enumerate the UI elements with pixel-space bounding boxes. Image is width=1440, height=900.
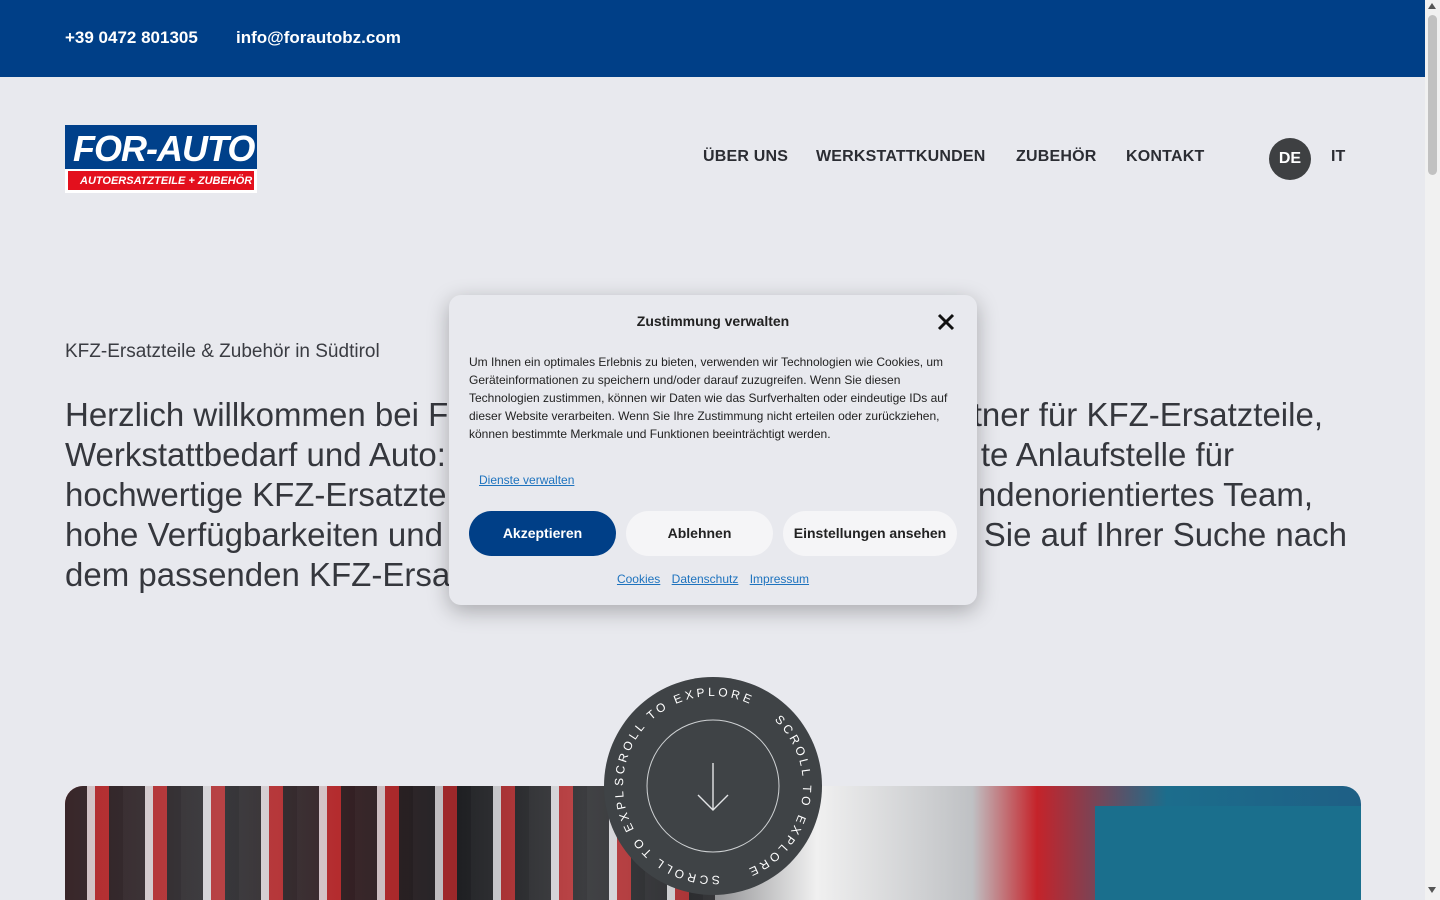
nav-item-ueber-uns[interactable]: ÜBER UNS: [703, 148, 788, 166]
accept-button[interactable]: Akzeptieren: [469, 511, 616, 556]
language-it-button[interactable]: IT: [1331, 148, 1345, 166]
email-link[interactable]: info@forautobz.com: [236, 28, 401, 48]
logo-tagline-block: AUTOERSATZTEILE + ZUBEHÖR: [65, 169, 257, 193]
hero-line-5-left: dem passenden KFZ-Ersa: [65, 556, 451, 593]
cookies-link[interactable]: Cookies: [617, 572, 660, 586]
scroll-badge-graphic: SCROLL TO EXPLORE SCROLL TO EXPLORE SCRO…: [604, 677, 814, 887]
imprint-link[interactable]: Impressum: [750, 572, 809, 586]
hero-eyebrow: KFZ-Ersatzteile & Zubehör in Südtirol: [65, 341, 380, 362]
logo-tagline-text: AUTOERSATZTEILE + ZUBEHÖR: [80, 175, 253, 187]
hero-line-4-left: hohe Verfügbarkeiten und: [65, 516, 443, 553]
language-de-button[interactable]: DE: [1269, 138, 1311, 180]
logo-brand-block: FOR-AUTO: [65, 125, 257, 169]
scroll-down-icon[interactable]: [1428, 887, 1436, 893]
nav-item-zubehoer[interactable]: ZUBEHÖR: [1016, 148, 1097, 166]
hero-line-2-right: te Anlaufstelle für: [980, 436, 1234, 473]
consent-footer-links: Cookies Datenschutz Impressum: [449, 572, 977, 586]
hero-line-4-right: Sie auf Ihrer Suche nach: [983, 516, 1347, 553]
phone-link[interactable]: +39 0472 801305: [65, 28, 198, 48]
hero-line-3-right: ndenorientiertes Team,: [977, 476, 1313, 513]
hero-line-2-left: Werkstattbedarf und Auto:: [65, 436, 446, 473]
arrow-down-icon: [697, 763, 729, 811]
scroll-to-explore-badge[interactable]: SCROLL TO EXPLORE SCROLL TO EXPLORE SCRO…: [604, 677, 822, 895]
scroll-badge-text-2: SCROLL TO EXPLORE: [744, 712, 814, 880]
photo-store-sign: [1095, 806, 1361, 900]
page-scrollbar[interactable]: [1425, 0, 1440, 900]
scroll-up-icon[interactable]: [1428, 3, 1436, 9]
site-logo[interactable]: FOR-AUTO AUTOERSATZTEILE + ZUBEHÖR: [65, 125, 257, 193]
privacy-link[interactable]: Datenschutz: [672, 572, 739, 586]
hero-line-1-right: tner für KFZ-Ersatzteile,: [972, 396, 1323, 433]
scroll-badge-ring-text: SCROLL TO EXPLORE SCROLL TO EXPLORE SCRO…: [604, 677, 814, 887]
scrollbar-thumb[interactable]: [1428, 15, 1437, 175]
nav-item-kontakt[interactable]: KONTAKT: [1126, 148, 1204, 166]
top-contact-bar: +39 0472 801305 info@forautobz.com: [0, 0, 1425, 77]
view-preferences-button[interactable]: Einstellungen ansehen: [783, 511, 957, 556]
manage-services-link[interactable]: Dienste verwalten: [479, 473, 574, 487]
hero-line-1-left: Herzlich willkommen bei F: [65, 396, 449, 433]
logo-brand-text: FOR-AUTO: [73, 128, 255, 169]
cookie-consent-dialog: Zustimmung verwalten Um Ihnen ein optima…: [449, 295, 977, 605]
hero-line-3-left: hochwertige KFZ-Ersatzte: [65, 476, 447, 513]
consent-body: Um Ihnen ein optimales Erlebnis zu biete…: [469, 355, 948, 441]
consent-title: Zustimmung verwalten: [636, 313, 790, 329]
scroll-badge-text-1: SCROLL TO EXPLORE: [612, 685, 757, 786]
nav-item-werkstattkunden[interactable]: WERKSTATTKUNDEN: [816, 148, 986, 166]
close-icon[interactable]: [936, 312, 956, 332]
deny-button[interactable]: Ablehnen: [626, 511, 773, 556]
